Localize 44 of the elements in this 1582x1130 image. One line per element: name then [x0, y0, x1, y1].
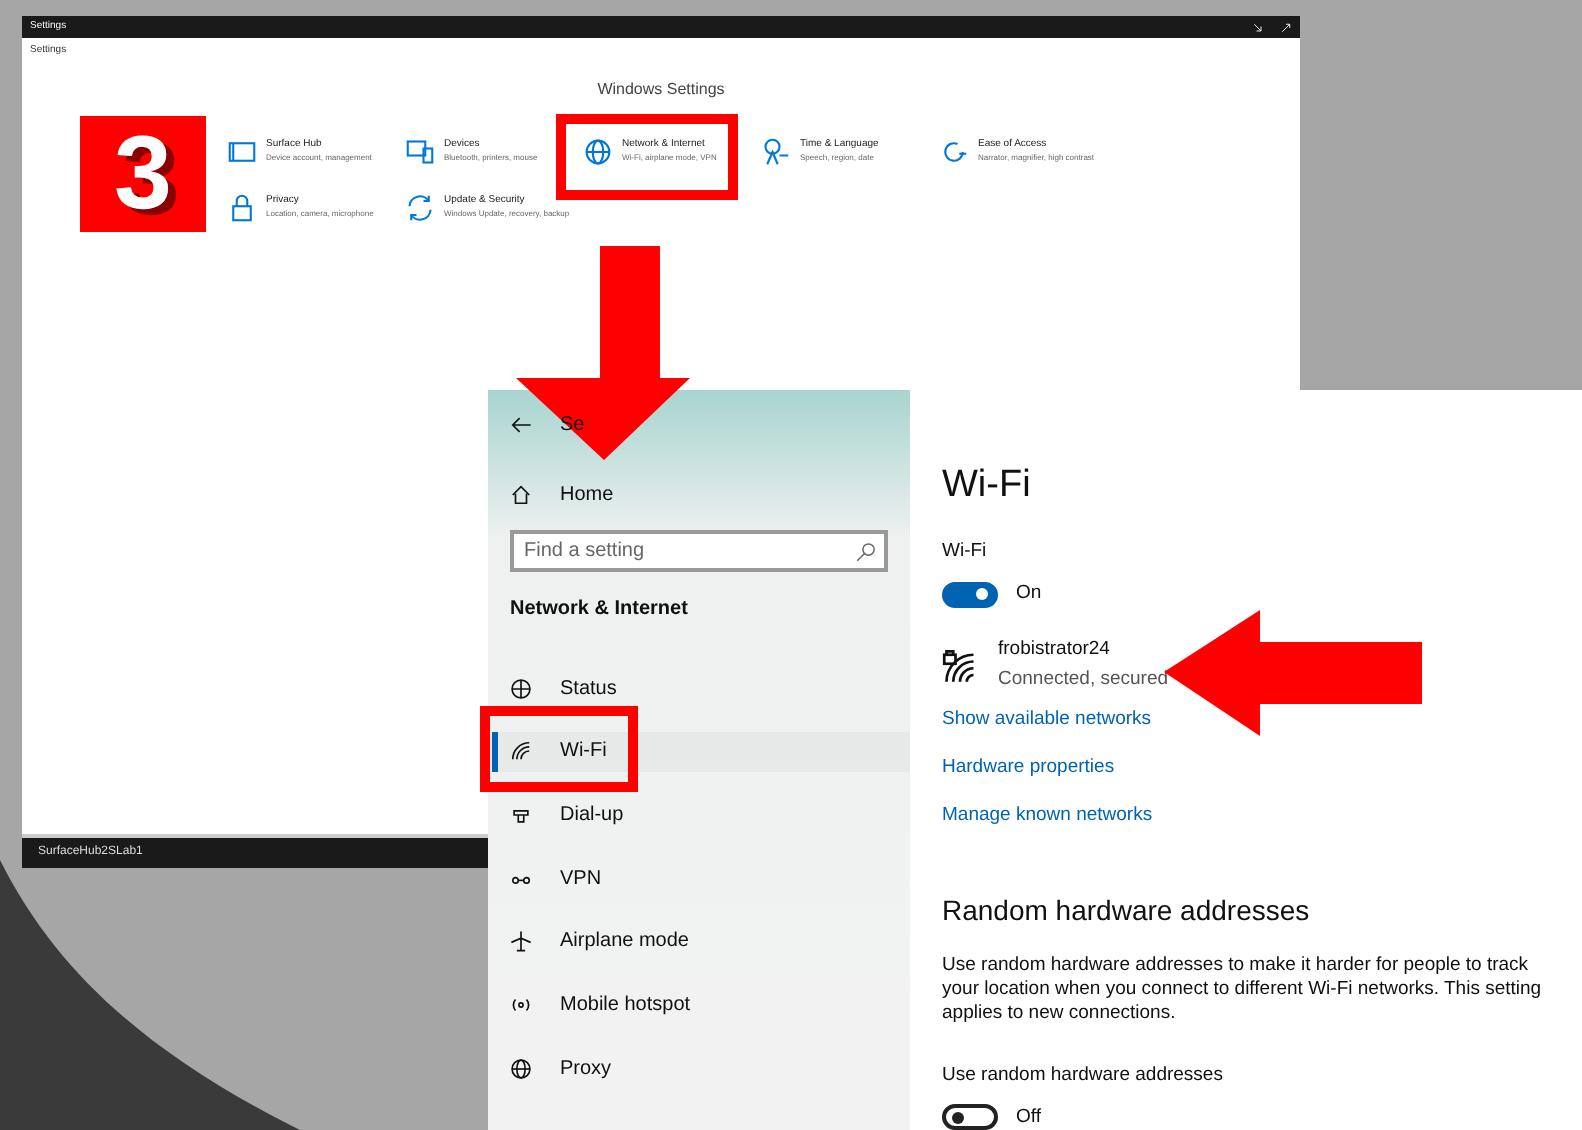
- devices-icon: [406, 137, 434, 165]
- left-arrow-icon: [1164, 610, 1422, 736]
- section-heading: Network & Internet: [508, 596, 690, 624]
- expand-icon[interactable]: [1280, 21, 1292, 33]
- hotspot-icon: [510, 993, 532, 1016]
- step-number-badge: 3: [80, 116, 206, 232]
- nav-item[interactable]: Wi-Fi: [488, 731, 910, 772]
- nav-item[interactable]: Proxy: [488, 1048, 910, 1089]
- page-title: Wi-Fi: [942, 464, 1033, 510]
- network-name: frobistrator24: [998, 636, 1112, 665]
- link[interactable]: Hardware properties: [942, 754, 1115, 783]
- description-text: Use random hardware addresses to make it harder for people to track your location when you connect to different Wi-Fi networks. This setting applies to new connections.: [942, 953, 1542, 1028]
- down-arrow-icon: [516, 246, 692, 460]
- nav-item[interactable]: Mobile hotspot: [488, 984, 910, 1025]
- sync-icon: [406, 193, 434, 221]
- setting-label: Wi-Fi: [942, 537, 989, 566]
- airplane-icon: [510, 930, 532, 953]
- globe-icon: [584, 137, 612, 165]
- lock-icon: [228, 193, 256, 221]
- nav-item[interactable]: Status: [488, 668, 910, 708]
- section-heading: Random hardware addresses: [942, 891, 1312, 930]
- back-arrow-icon[interactable]: [510, 414, 532, 436]
- toggle-state: Off: [1016, 1103, 1041, 1130]
- search-field[interactable]: Find a setting: [510, 530, 888, 572]
- status-globe-icon: [510, 677, 532, 699]
- globe-icon: [510, 1057, 532, 1080]
- network-status: Connected, secured: [998, 665, 1169, 694]
- nav-item[interactable]: Dial-up: [488, 794, 910, 835]
- toggle-state: On: [1016, 580, 1042, 609]
- page-heading: Windows Settings: [595, 77, 727, 101]
- wifi-icon: [510, 740, 532, 763]
- link[interactable]: Show available networks: [942, 705, 1152, 735]
- setting-label: Use random hardware addresses: [942, 1061, 1225, 1090]
- toggle-switch[interactable]: [942, 581, 998, 608]
- search-icon: [856, 541, 876, 561]
- minimize-icon[interactable]: [1252, 21, 1264, 33]
- home-link[interactable]: Home: [488, 480, 910, 510]
- nav-item[interactable]: Airplane mode: [488, 921, 910, 962]
- toggle-switch[interactable]: [942, 1104, 998, 1130]
- wifi-lock-icon: [942, 647, 978, 684]
- home-icon: [510, 484, 532, 506]
- accessibility-icon: [940, 137, 968, 165]
- link[interactable]: Manage known networks: [942, 802, 1153, 832]
- screen-icon: [228, 137, 256, 165]
